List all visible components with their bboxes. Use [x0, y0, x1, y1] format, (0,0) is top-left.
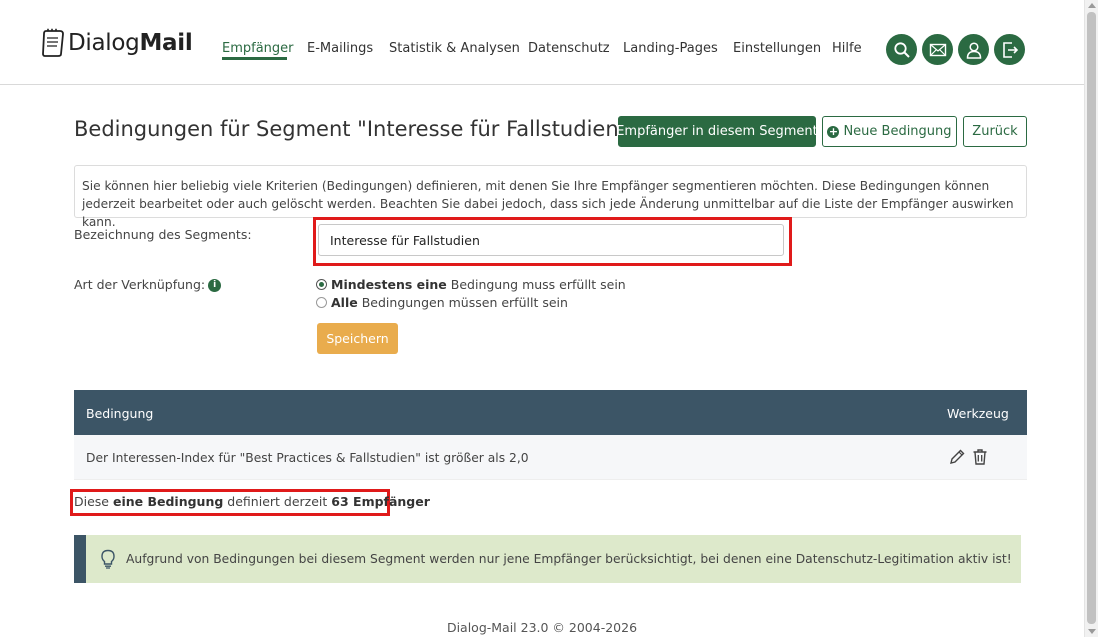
- new-condition-button[interactable]: + Neue Bedingung: [822, 116, 957, 147]
- nav-statistik[interactable]: Statistik & Analysen: [389, 41, 520, 56]
- summary-middle: definiert derzeit: [227, 494, 328, 509]
- summary-recipient-count: 63 Empfänger: [331, 494, 430, 509]
- vertical-scrollbar[interactable]: [1084, 0, 1098, 637]
- edit-pencil-icon[interactable]: [948, 448, 966, 466]
- recipient-count-summary: Diese eine Bedingung definiert derzeit 6…: [74, 494, 430, 509]
- logo-icon: [42, 28, 64, 57]
- radio-at-least-one[interactable]: Mindestens eine Bedingung muss erfüllt s…: [316, 277, 626, 292]
- condition-text: Der Interessen-Index für "Best Practices…: [86, 451, 529, 465]
- plus-circle-icon: +: [827, 124, 840, 138]
- notice-text: Aufgrund von Bedingungen bei diesem Segm…: [126, 552, 1012, 566]
- nav-active-indicator: [222, 57, 287, 60]
- scroll-thumb[interactable]: [1087, 12, 1096, 624]
- page-title: Bedingungen für Segment "Interesse für F…: [74, 117, 629, 141]
- delete-trash-icon[interactable]: [971, 448, 989, 466]
- nav-e-mailings[interactable]: E-Mailings: [307, 41, 373, 56]
- footer: Dialog-Mail 23.0 © 2004-2026: [0, 620, 1084, 635]
- segment-name-input[interactable]: [318, 224, 784, 256]
- back-button[interactable]: Zurück: [963, 116, 1027, 147]
- nav-hilfe[interactable]: Hilfe: [832, 41, 862, 56]
- table-header: Bedingung Werkzeug: [74, 390, 1027, 435]
- radio-option-bold: Alle: [331, 295, 358, 310]
- nav-datenschutz[interactable]: Datenschutz: [528, 41, 610, 56]
- logout-button[interactable]: [994, 34, 1025, 65]
- link-type-label-text: Art der Verknüpfung:: [74, 277, 206, 292]
- new-condition-label: Neue Bedingung: [843, 124, 952, 139]
- save-button[interactable]: Speichern: [317, 323, 398, 354]
- segment-name-label: Bezeichnung des Segments:: [74, 227, 252, 242]
- lightbulb-icon: [101, 549, 115, 569]
- save-label: Speichern: [326, 331, 389, 346]
- privacy-notice: Aufgrund von Bedingungen bei diesem Segm…: [74, 535, 1021, 583]
- info-icon[interactable]: i: [208, 279, 222, 292]
- mail-button[interactable]: [922, 34, 953, 65]
- search-button[interactable]: [886, 34, 917, 65]
- nav-einstellungen[interactable]: Einstellungen: [733, 41, 821, 56]
- scroll-down-arrow-icon[interactable]: [1088, 629, 1096, 634]
- radio-button[interactable]: [316, 297, 327, 308]
- info-box: Sie können hier beliebig viele Kriterien…: [74, 165, 1027, 229]
- back-label: Zurück: [972, 124, 1018, 139]
- column-header-condition: Bedingung: [86, 406, 154, 421]
- radio-option-text: Bedingungen müssen erfüllt sein: [361, 295, 568, 310]
- radio-option-bold: Mindestens eine: [331, 277, 447, 292]
- recipients-in-segment-button[interactable]: Empfänger in diesem Segment: [616, 116, 818, 147]
- search-icon: [893, 41, 910, 58]
- user-button[interactable]: [958, 34, 989, 65]
- summary-prefix: Diese: [74, 494, 109, 509]
- logout-icon: [1002, 41, 1018, 58]
- link-type-label: Art der Verknüpfung: i: [74, 277, 222, 292]
- mail-icon: [929, 43, 946, 56]
- radio-button-checked[interactable]: [316, 279, 327, 290]
- nav-landing-pages[interactable]: Landing-Pages: [623, 41, 718, 56]
- recipients-in-segment-label: Empfänger in diesem Segment: [616, 124, 818, 139]
- radio-all[interactable]: Alle Bedingungen müssen erfüllt sein: [316, 295, 568, 310]
- conditions-table: Bedingung Werkzeug Der Interessen-Index …: [74, 390, 1027, 480]
- column-header-tool: Werkzeug: [947, 406, 1009, 421]
- radio-option-text: Bedingung muss erfüllt sein: [450, 277, 626, 292]
- nav-empfaenger[interactable]: Empfänger: [222, 41, 294, 56]
- scroll-up-arrow-icon[interactable]: [1088, 3, 1096, 8]
- top-header: DialogMail Empfänger E-Mailings Statisti…: [0, 0, 1084, 85]
- logo[interactable]: DialogMail: [40, 28, 193, 58]
- footer-text: Dialog-Mail 23.0 © 2004-2026: [446, 620, 638, 635]
- logo-text: DialogMail: [68, 30, 193, 56]
- user-icon: [966, 41, 981, 59]
- table-row: Der Interessen-Index für "Best Practices…: [74, 435, 1027, 480]
- summary-condition-count: eine Bedingung: [112, 494, 224, 509]
